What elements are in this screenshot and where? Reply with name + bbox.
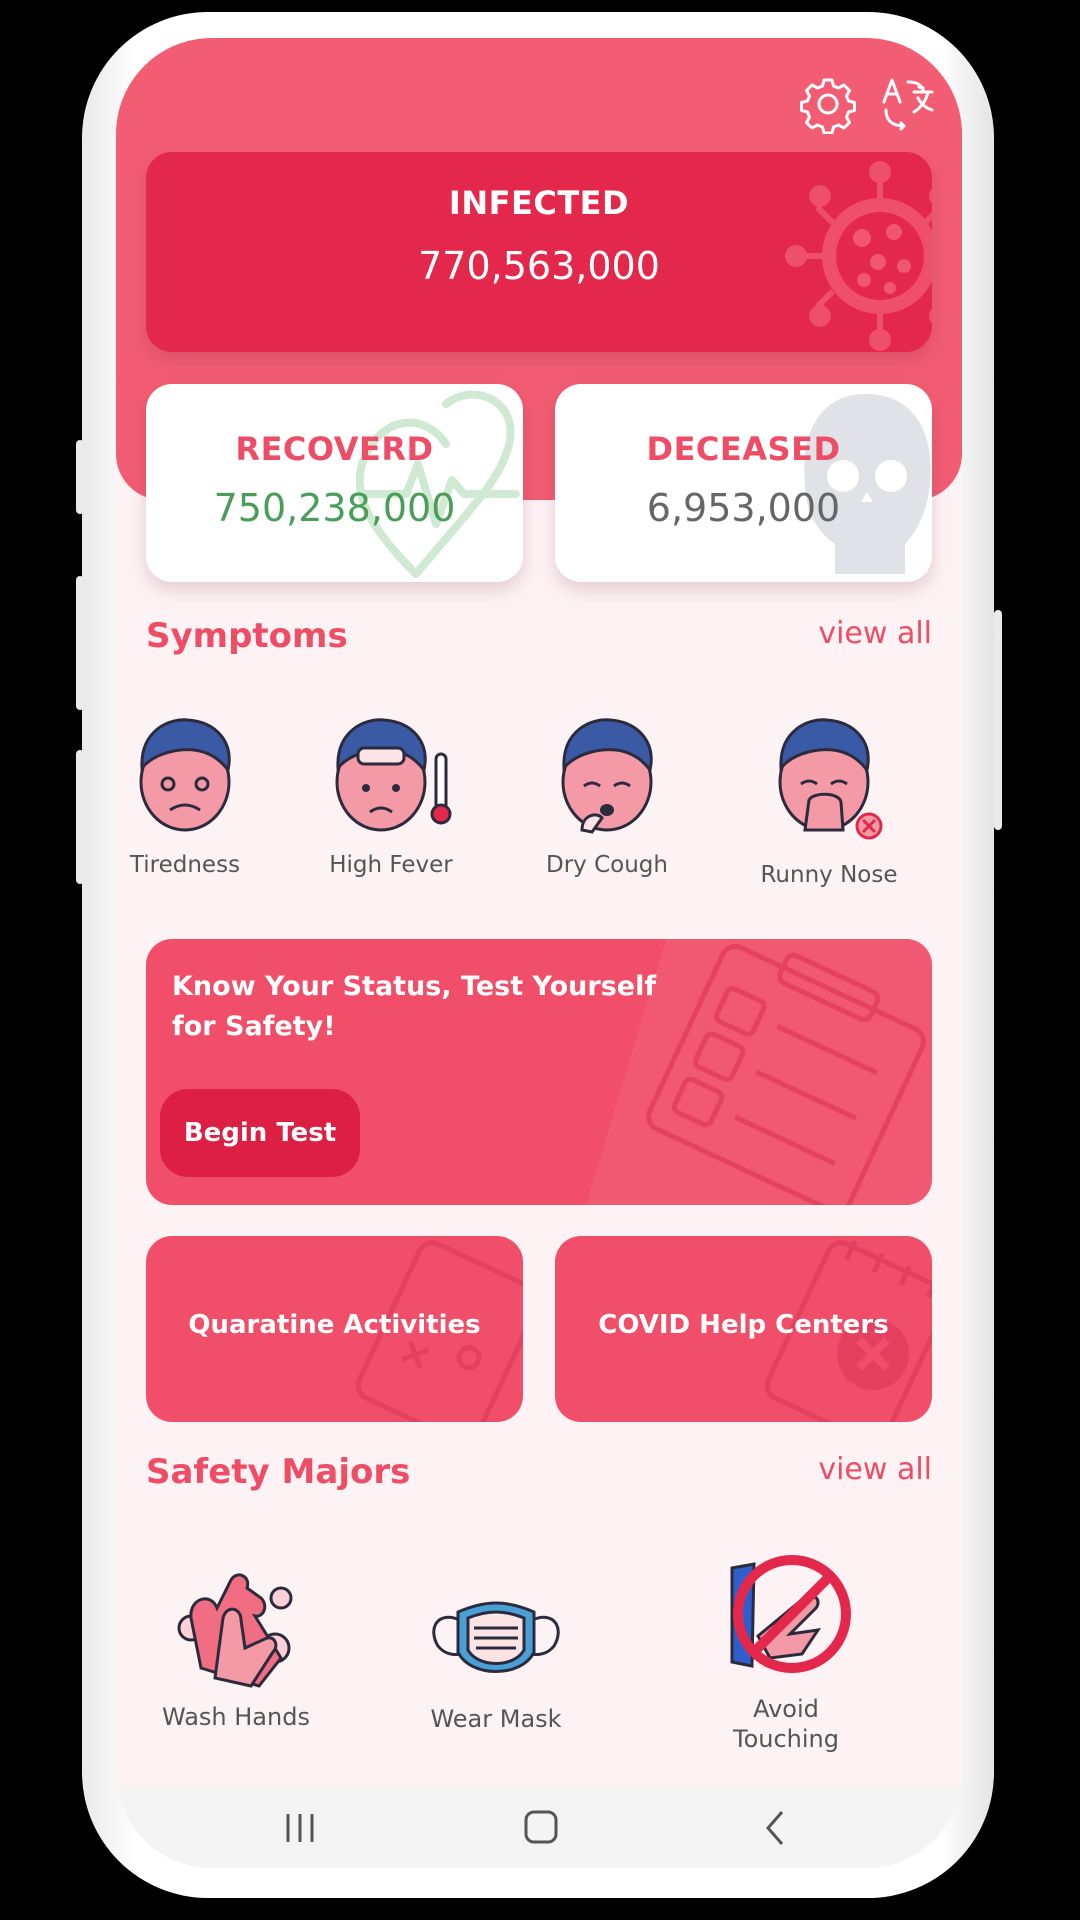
skull-icon bbox=[804, 394, 931, 574]
infected-value: 770,563,000 bbox=[418, 244, 660, 288]
phone-power-button bbox=[994, 610, 1002, 830]
runny-nose-face-icon bbox=[778, 718, 883, 840]
deceased-value: 6,953,000 bbox=[646, 486, 841, 530]
tired-face-icon bbox=[139, 718, 231, 832]
back-icon[interactable] bbox=[746, 1804, 806, 1852]
home-icon[interactable] bbox=[510, 1804, 570, 1852]
settings-gear-icon[interactable] bbox=[798, 74, 858, 134]
safety-item-wear-mask[interactable]: Wear Mask bbox=[406, 1590, 586, 1734]
system-nav-bar bbox=[116, 1786, 962, 1868]
app-screen: INFECTED 770,563,000 RECOVERD 750,238,00… bbox=[116, 38, 962, 1868]
safety-view-all-link[interactable]: view all bbox=[818, 1452, 932, 1487]
recovered-label: RECOVERD bbox=[235, 430, 434, 468]
symptom-label: Runny Nose bbox=[760, 862, 898, 888]
safety-label-line-2: Touching bbox=[733, 1725, 839, 1753]
banner-text: Know Your Status, Test Yourself for Safe… bbox=[172, 971, 657, 1042]
symptom-item-runny-nose[interactable]: Runny Nose bbox=[744, 714, 914, 888]
recovered-card[interactable]: RECOVERD 750,238,000 bbox=[146, 384, 523, 582]
symptoms-title: Symptoms bbox=[146, 616, 348, 656]
tile-label: Quaratine Activities bbox=[188, 1310, 481, 1340]
safety-label: Wash Hands bbox=[162, 1703, 310, 1731]
no-touching-icon bbox=[730, 1555, 851, 1673]
quarantine-activities-tile[interactable]: Quaratine Activities bbox=[146, 1236, 523, 1422]
safety-label-line-1: Avoid bbox=[753, 1695, 819, 1723]
symptom-item-tiredness[interactable]: Tiredness bbox=[116, 714, 270, 878]
phone-volume-up-button bbox=[76, 576, 84, 710]
translate-icon[interactable] bbox=[878, 74, 938, 134]
mask-icon bbox=[432, 1601, 560, 1673]
fever-face-icon bbox=[335, 718, 452, 832]
symptom-label: High Fever bbox=[329, 852, 453, 878]
recovered-value: 750,238,000 bbox=[213, 486, 456, 530]
infected-label: INFECTED bbox=[448, 184, 630, 222]
phone-side-button bbox=[76, 440, 84, 514]
safety-item-avoid-touching[interactable]: Avoid Touching bbox=[696, 1550, 876, 1754]
deceased-label: DECEASED bbox=[646, 430, 841, 468]
tile-label: COVID Help Centers bbox=[598, 1310, 889, 1340]
safety-majors-title: Safety Majors bbox=[146, 1452, 411, 1492]
wash-hands-icon bbox=[177, 1573, 293, 1688]
heartbeat-icon bbox=[356, 390, 520, 578]
phone-volume-down-button bbox=[76, 750, 84, 884]
symptoms-view-all-link[interactable]: view all bbox=[818, 616, 932, 651]
recent-apps-icon[interactable] bbox=[270, 1804, 330, 1852]
deceased-card[interactable]: DECEASED 6,953,000 bbox=[555, 384, 932, 582]
symptom-label: Tiredness bbox=[129, 852, 241, 878]
covid-help-centers-tile[interactable]: COVID Help Centers bbox=[555, 1236, 932, 1422]
symptom-label: Dry Cough bbox=[546, 852, 668, 878]
begin-test-button[interactable]: Begin Test bbox=[160, 1089, 360, 1177]
symptom-item-dry-cough[interactable]: Dry Cough bbox=[522, 714, 692, 878]
test-banner: Know Your Status, Test Yourself for Safe… bbox=[146, 939, 932, 1205]
safety-item-wash-hands[interactable]: Wash Hands bbox=[146, 1558, 326, 1732]
safety-label: Wear Mask bbox=[430, 1705, 562, 1733]
infected-card[interactable]: INFECTED 770,563,000 bbox=[146, 152, 932, 352]
symptom-item-high-fever[interactable]: High Fever bbox=[306, 714, 476, 878]
cough-face-icon bbox=[561, 718, 653, 834]
